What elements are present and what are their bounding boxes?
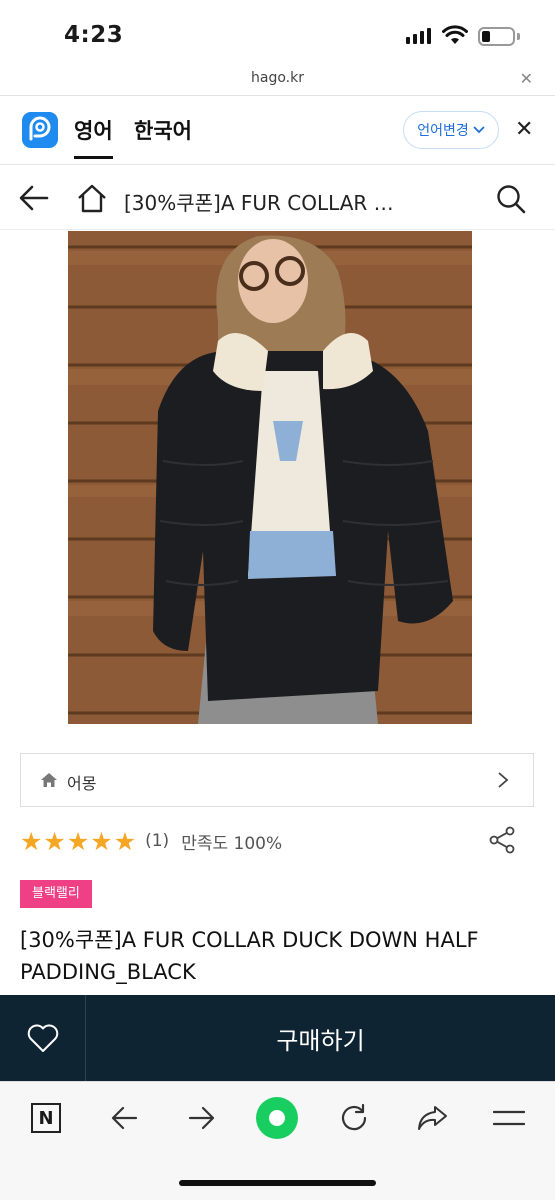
status-bar: 4:23: [0, 0, 555, 64]
browser-back-button[interactable]: [102, 1098, 146, 1138]
forward-arrow-icon: [188, 1106, 215, 1130]
change-language-label: 언어변경: [417, 123, 469, 139]
url-close-icon[interactable]: ✕: [520, 69, 533, 88]
menu-button[interactable]: [487, 1098, 531, 1138]
refresh-icon: [341, 1103, 367, 1131]
tab-source-language[interactable]: 영어: [74, 115, 113, 159]
tab-target-language[interactable]: 한국어: [134, 115, 192, 145]
brand-link[interactable]: 어몽: [20, 753, 534, 807]
share-icon: [418, 1106, 447, 1130]
home-indicator: [179, 1180, 376, 1186]
promo-badge: 블랙랠리: [20, 880, 92, 908]
star-icon: ★: [43, 826, 66, 856]
buy-button[interactable]: 구매하기: [86, 995, 555, 1081]
star-icon: ★: [90, 826, 113, 856]
search-icon[interactable]: [496, 184, 526, 214]
browser-home-button[interactable]: [255, 1097, 299, 1139]
star-rating: ★ ★ ★ ★ ★: [20, 829, 136, 854]
review-count[interactable]: (1): [145, 831, 169, 851]
star-icon: ★: [20, 826, 43, 856]
url-bar[interactable]: hago.kr ✕: [0, 64, 555, 96]
battery-icon: [478, 27, 515, 46]
translate-bar: 영어 한국어 언어변경 ✕: [0, 97, 555, 165]
star-icon: ★: [66, 826, 90, 856]
satisfaction-rate: 만족도 100%: [181, 833, 283, 854]
back-arrow-icon[interactable]: [18, 184, 50, 212]
status-time: 4:23: [64, 22, 124, 48]
rating-row: ★ ★ ★ ★ ★ (1) 만족도 100%: [20, 826, 282, 856]
heart-icon: [27, 1024, 58, 1052]
cellular-signal-icon: [406, 28, 431, 44]
url-domain: hago.kr: [251, 70, 304, 86]
site-header: [30%쿠폰]A FUR COLLAR …: [0, 166, 555, 230]
refresh-button[interactable]: [332, 1098, 376, 1138]
naver-n-button[interactable]: N: [24, 1098, 68, 1138]
chevron-right-icon: [498, 772, 509, 788]
home-icon[interactable]: [76, 183, 108, 213]
green-home-icon: [256, 1097, 298, 1139]
menu-icon: [493, 1110, 525, 1126]
share-icon[interactable]: [488, 826, 516, 854]
wifi-icon: [442, 25, 468, 44]
back-arrow-icon: [111, 1106, 138, 1130]
browser-forward-button[interactable]: [180, 1098, 224, 1138]
naver-n-icon: N: [31, 1103, 61, 1133]
translate-close-icon[interactable]: ✕: [515, 117, 533, 142]
product-name: [30%쿠폰]A FUR COLLAR DUCK DOWN HALF PADDI…: [20, 928, 479, 984]
change-language-button[interactable]: 언어변경: [403, 111, 499, 149]
wishlist-button[interactable]: [0, 995, 86, 1081]
papago-logo-icon: [22, 112, 58, 148]
home-icon: [41, 773, 57, 787]
buy-bar: 구매하기: [0, 995, 555, 1081]
browser-share-button[interactable]: [410, 1098, 454, 1138]
battery-cap: [517, 33, 520, 40]
brand-name: 어몽: [67, 774, 97, 793]
star-icon: ★: [113, 826, 137, 856]
chevron-down-icon: [473, 126, 485, 134]
page-title: [30%쿠폰]A FUR COLLAR …: [124, 191, 394, 215]
product-image[interactable]: [68, 231, 472, 724]
